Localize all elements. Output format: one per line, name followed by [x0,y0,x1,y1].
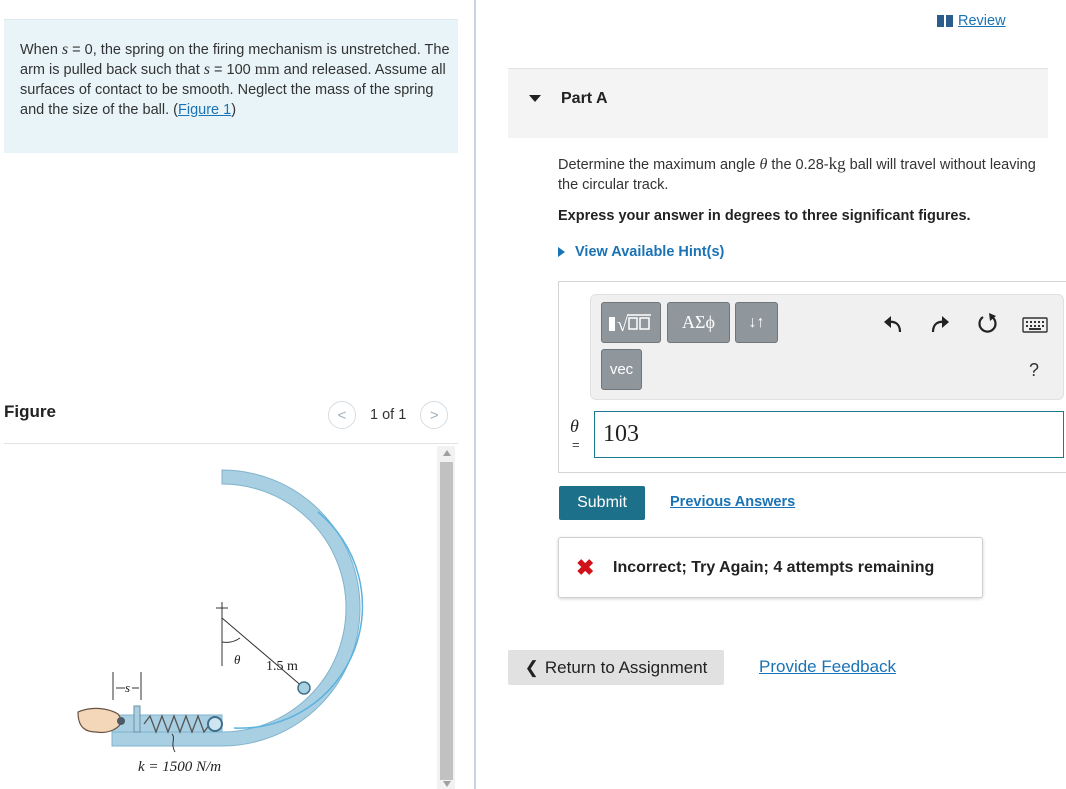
chevron-left-icon: < [337,406,347,424]
answer-instructions: Express your answer in degrees to three … [558,208,971,224]
scrollbar-thumb[interactable] [440,462,453,780]
figure-counter: 1 of 1 [370,407,407,423]
scroll-down-arrow-icon[interactable] [443,781,451,787]
hint-label: View Available Hint(s) [575,244,725,260]
arrows-button[interactable]: ↓↑ [735,302,778,343]
question-part: Determine the maximum angle [558,157,760,173]
part-title: Part A [561,90,608,107]
provide-feedback-link[interactable]: Provide Feedback [759,657,896,677]
unit-kg: kg [828,154,846,173]
question-part: the 0.28- [767,157,829,173]
book-icon [937,15,953,27]
svg-text:√: √ [617,314,628,335]
chevron-right-icon: > [429,406,439,424]
figure-image: s θ 1.5 m k = 1500 N/m [4,444,434,789]
redo-icon[interactable] [929,314,951,334]
hand-illustration [77,707,123,734]
answer-variable: θ [570,416,579,436]
submit-button[interactable]: Submit [559,486,645,520]
greek-symbols-button[interactable]: ΑΣϕ [667,302,730,343]
column-divider [474,0,476,789]
plunger-plate [133,705,141,733]
figure-pager: < 1 of 1 > [328,401,449,429]
problem-text: When s = 0, the spring on the firing mec… [20,40,450,120]
answer-input[interactable]: 103 [594,411,1064,458]
caret-right-icon [558,247,565,257]
plunger-knob [117,717,125,725]
equals-sign: = [572,437,580,452]
k-label: k = 1500 N/m [138,759,221,775]
figure-prev-button[interactable]: < [328,401,356,429]
templates-icon: √ [609,314,651,335]
ball [207,716,223,732]
review-link[interactable]: Review [937,13,1006,29]
problem-text-part: ) [231,102,237,118]
reset-icon[interactable] [977,312,999,334]
figure-next-button[interactable]: > [420,401,449,429]
ball-on-track [297,681,311,695]
theta-label: θ [234,652,241,667]
templates-button[interactable]: √ [601,302,661,343]
theta-arc [221,637,241,643]
scroll-up-arrow-icon[interactable] [443,450,451,456]
problem-statement-box: When s = 0, the spring on the firing mec… [4,19,458,153]
undo-icon[interactable] [882,314,904,334]
unit-mm: mm [254,61,280,78]
keyboard-icon[interactable] [1022,317,1048,333]
circular-track [111,469,361,747]
collapse-triangle-icon[interactable] [529,95,541,102]
figure-link[interactable]: Figure 1 [178,102,231,118]
s-label: s [125,680,130,695]
return-to-assignment-button[interactable]: ❮ Return to Assignment [508,650,724,685]
left-panel: When s = 0, the spring on the firing mec… [0,0,474,789]
chevron-left-icon: ❮ [524,657,539,677]
help-button[interactable]: ? [1029,360,1039,381]
question-text: Determine the maximum angle θ the 0.28-k… [558,154,1058,195]
problem-text-part: When [20,42,62,58]
figure-heading: Figure [4,402,56,421]
previous-answers-link[interactable]: Previous Answers [670,494,795,510]
mechanism-diagram: s θ 1.5 m k = 1500 N/m [77,469,364,775]
incorrect-x-icon: ✖ [576,555,595,580]
math-toolbar [590,294,1064,400]
problem-text-part: = 100 [210,62,255,78]
return-label: Return to Assignment [544,657,708,677]
feedback-message: Incorrect; Try Again; 4 attempts remaini… [613,559,935,576]
vec-button[interactable]: vec [601,349,642,390]
radius-label: 1.5 m [266,659,298,674]
view-hints-toggle[interactable]: View Available Hint(s) [558,244,724,260]
review-label: Review [958,13,1006,29]
